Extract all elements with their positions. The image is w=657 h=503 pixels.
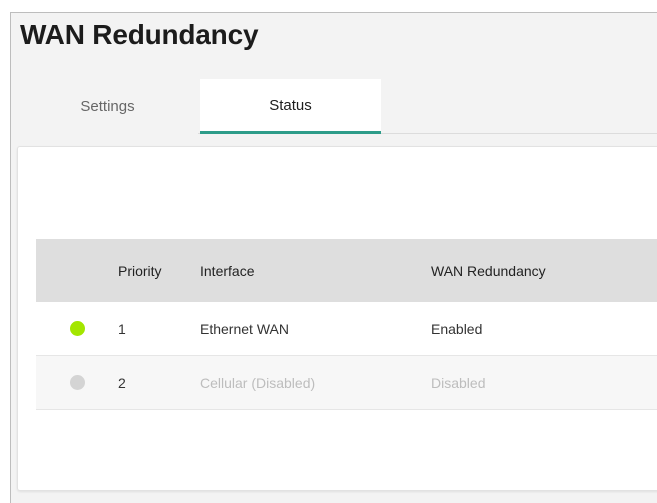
page-title: WAN Redundancy [20, 19, 259, 50]
header-interface: Interface [200, 262, 255, 279]
status-cell [36, 321, 118, 336]
interface-cell: Cellular (Disabled) [200, 374, 316, 391]
header-priority: Priority [118, 262, 162, 279]
status-disabled-icon [69, 375, 85, 390]
status-enabled-icon [69, 321, 85, 336]
tab-bar: Settings Status [17, 79, 657, 134]
wan-redundancy-cell: Disabled [431, 374, 486, 391]
table-header: Priority Interface WAN Redundancy [36, 239, 657, 302]
table-row: 1 Ethernet WAN Enabled [36, 302, 657, 356]
priority-cell: 1 [118, 320, 126, 337]
interface-cell: Ethernet WAN [200, 320, 289, 337]
wan-status-table: Priority Interface WAN Redundancy 1 Ethe… [36, 239, 657, 410]
priority-cell: 2 [118, 374, 126, 391]
tab-settings[interactable]: Settings [17, 79, 198, 134]
tab-status[interactable]: Status [200, 79, 381, 134]
app-frame: WAN Redundancy Settings Status Priority … [10, 12, 657, 503]
status-cell [36, 375, 118, 390]
table-row: 2 Cellular (Disabled) Disabled [36, 356, 657, 410]
wan-redundancy-cell: Enabled [431, 320, 483, 337]
status-panel: Priority Interface WAN Redundancy 1 Ethe… [17, 146, 657, 491]
header-wan-redundancy: WAN Redundancy [431, 262, 546, 279]
